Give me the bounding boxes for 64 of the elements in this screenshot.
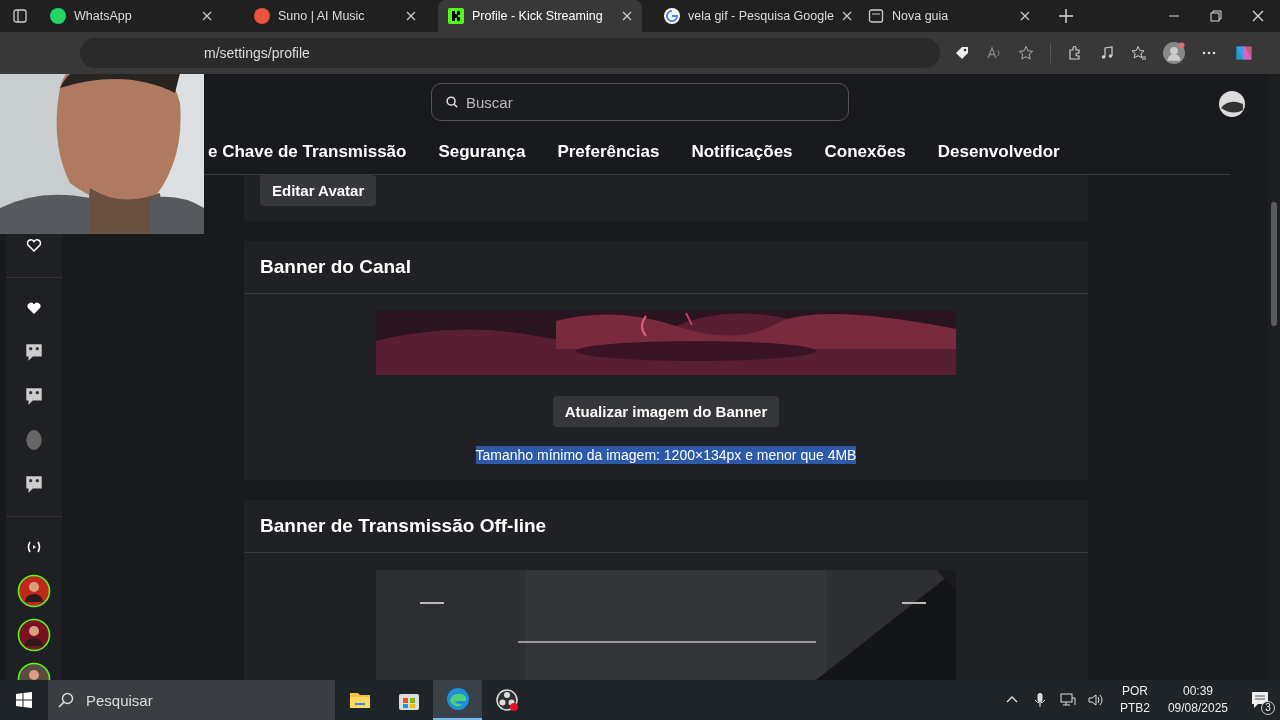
music-icon[interactable] [1099, 45, 1115, 61]
browser-tab[interactable]: Profile - Kick Streaming [438, 0, 642, 32]
profile-icon[interactable] [1163, 42, 1185, 64]
site-icon [254, 8, 270, 24]
language-indicator[interactable]: POR [1121, 683, 1148, 700]
avatar-icon[interactable] [17, 618, 51, 652]
settings-tab[interactable]: Notificações [691, 142, 793, 163]
notification-count: 3 [1261, 701, 1275, 715]
taskbar-search-field[interactable]: Pesquisar [48, 680, 335, 720]
browser-tab[interactable]: Suno | AI Music [244, 0, 426, 32]
settings-tab[interactable]: Conexões [824, 142, 906, 163]
user-avatar-icon[interactable] [1218, 90, 1246, 118]
update-banner-button[interactable]: Atualizar imagem do Banner [552, 396, 780, 427]
site-icon [664, 8, 680, 24]
recorder-icon [494, 688, 519, 712]
settings-tab[interactable]: Preferências [557, 142, 660, 163]
volume-icon[interactable] [1087, 692, 1104, 708]
search-icon [58, 692, 74, 708]
emote-icon[interactable] [23, 385, 45, 407]
browser-tab[interactable]: WhatsApp [40, 0, 222, 32]
settings-tab[interactable]: Segurança [438, 142, 526, 163]
notification-icon[interactable] [1250, 690, 1270, 710]
close-icon[interactable] [622, 11, 632, 21]
close-icon[interactable] [202, 11, 212, 21]
taskbar-app[interactable] [433, 680, 482, 720]
section-title: Banner do Canal [260, 256, 411, 278]
favorites-icon[interactable] [1131, 45, 1147, 61]
edit-avatar-button[interactable]: Editar Avatar [260, 175, 377, 206]
restore-icon[interactable] [1210, 10, 1222, 22]
tab-actions-icon[interactable] [12, 8, 28, 24]
scrollbar[interactable] [1268, 74, 1280, 680]
read-aloud-icon[interactable] [986, 45, 1002, 61]
emote-icon[interactable] [23, 473, 45, 495]
address-field[interactable]: m/settings/profile [80, 38, 940, 68]
clock-date[interactable]: 09/08/2025 [1167, 700, 1228, 717]
new-tab-icon[interactable] [1058, 8, 1074, 24]
heart-icon[interactable] [26, 237, 42, 253]
network-icon[interactable] [1059, 692, 1076, 708]
close-icon[interactable] [841, 11, 852, 21]
puzzle-icon[interactable] [1067, 45, 1083, 61]
browser-tab[interactable]: Nova guia [858, 0, 1040, 32]
avatar-icon[interactable] [17, 574, 51, 608]
search-icon [445, 95, 459, 110]
emote-icon[interactable] [23, 341, 45, 363]
star-icon[interactable] [1018, 45, 1034, 61]
windows-start-icon[interactable] [16, 692, 32, 708]
settings-tab[interactable]: e Chave de Transmissão [208, 142, 407, 163]
clock-time[interactable]: 00:39 [1182, 683, 1213, 700]
section-title: Banner de Transmissão Off-line [260, 515, 547, 537]
close-icon[interactable] [406, 11, 416, 21]
close-icon[interactable] [1020, 11, 1030, 21]
keyboard-layout[interactable]: PTB2 [1119, 700, 1150, 717]
site-icon [448, 8, 464, 24]
search-field[interactable]: Buscar [431, 83, 849, 122]
browser-tab[interactable]: vela gif - Pesquisa Google [654, 0, 836, 32]
heart-icon[interactable] [26, 300, 42, 316]
close-icon[interactable] [1252, 10, 1264, 22]
tag-icon[interactable] [954, 45, 970, 61]
site-icon [50, 8, 66, 24]
page-icon [868, 8, 884, 24]
edge-icon [445, 687, 470, 711]
search-placeholder: Pesquisar [86, 691, 153, 709]
settings-tab[interactable]: Desenvolvedor [937, 142, 1060, 163]
live-icon[interactable] [26, 539, 42, 555]
